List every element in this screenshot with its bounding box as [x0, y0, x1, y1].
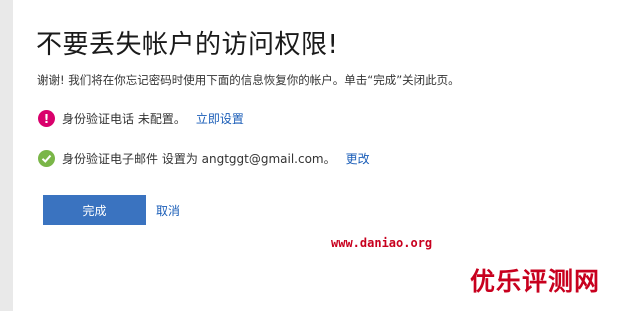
email-status-text: 身份验证电子邮件 设置为 angtggt@gmail.com。 [62, 151, 336, 166]
phone-status-row: ! 身份验证电话 未配置。 立即设置 [38, 110, 244, 127]
setup-now-link[interactable]: 立即设置 [196, 111, 244, 127]
warning-icon: ! [38, 110, 55, 127]
action-bar: 完成 取消 [43, 195, 180, 225]
page-title: 不要丢失帐户的访问权限! [36, 30, 339, 61]
cancel-link[interactable]: 取消 [156, 202, 180, 219]
check-icon [38, 150, 55, 167]
intro-text: 谢谢! 我们将在你忘记密码时使用下面的信息恢复你的帐户。单击“完成”关闭此页。 [37, 73, 460, 87]
done-button[interactable]: 完成 [43, 195, 146, 225]
change-email-link[interactable]: 更改 [346, 151, 370, 167]
watermark-url: www.daniao.org [331, 236, 433, 250]
email-status-row: 身份验证电子邮件 设置为 angtggt@gmail.com。 更改 [38, 150, 370, 167]
left-rail [0, 0, 13, 311]
phone-status-text: 身份验证电话 未配置。 [62, 111, 186, 126]
watermark-brand: 优乐评测网 [470, 267, 601, 296]
